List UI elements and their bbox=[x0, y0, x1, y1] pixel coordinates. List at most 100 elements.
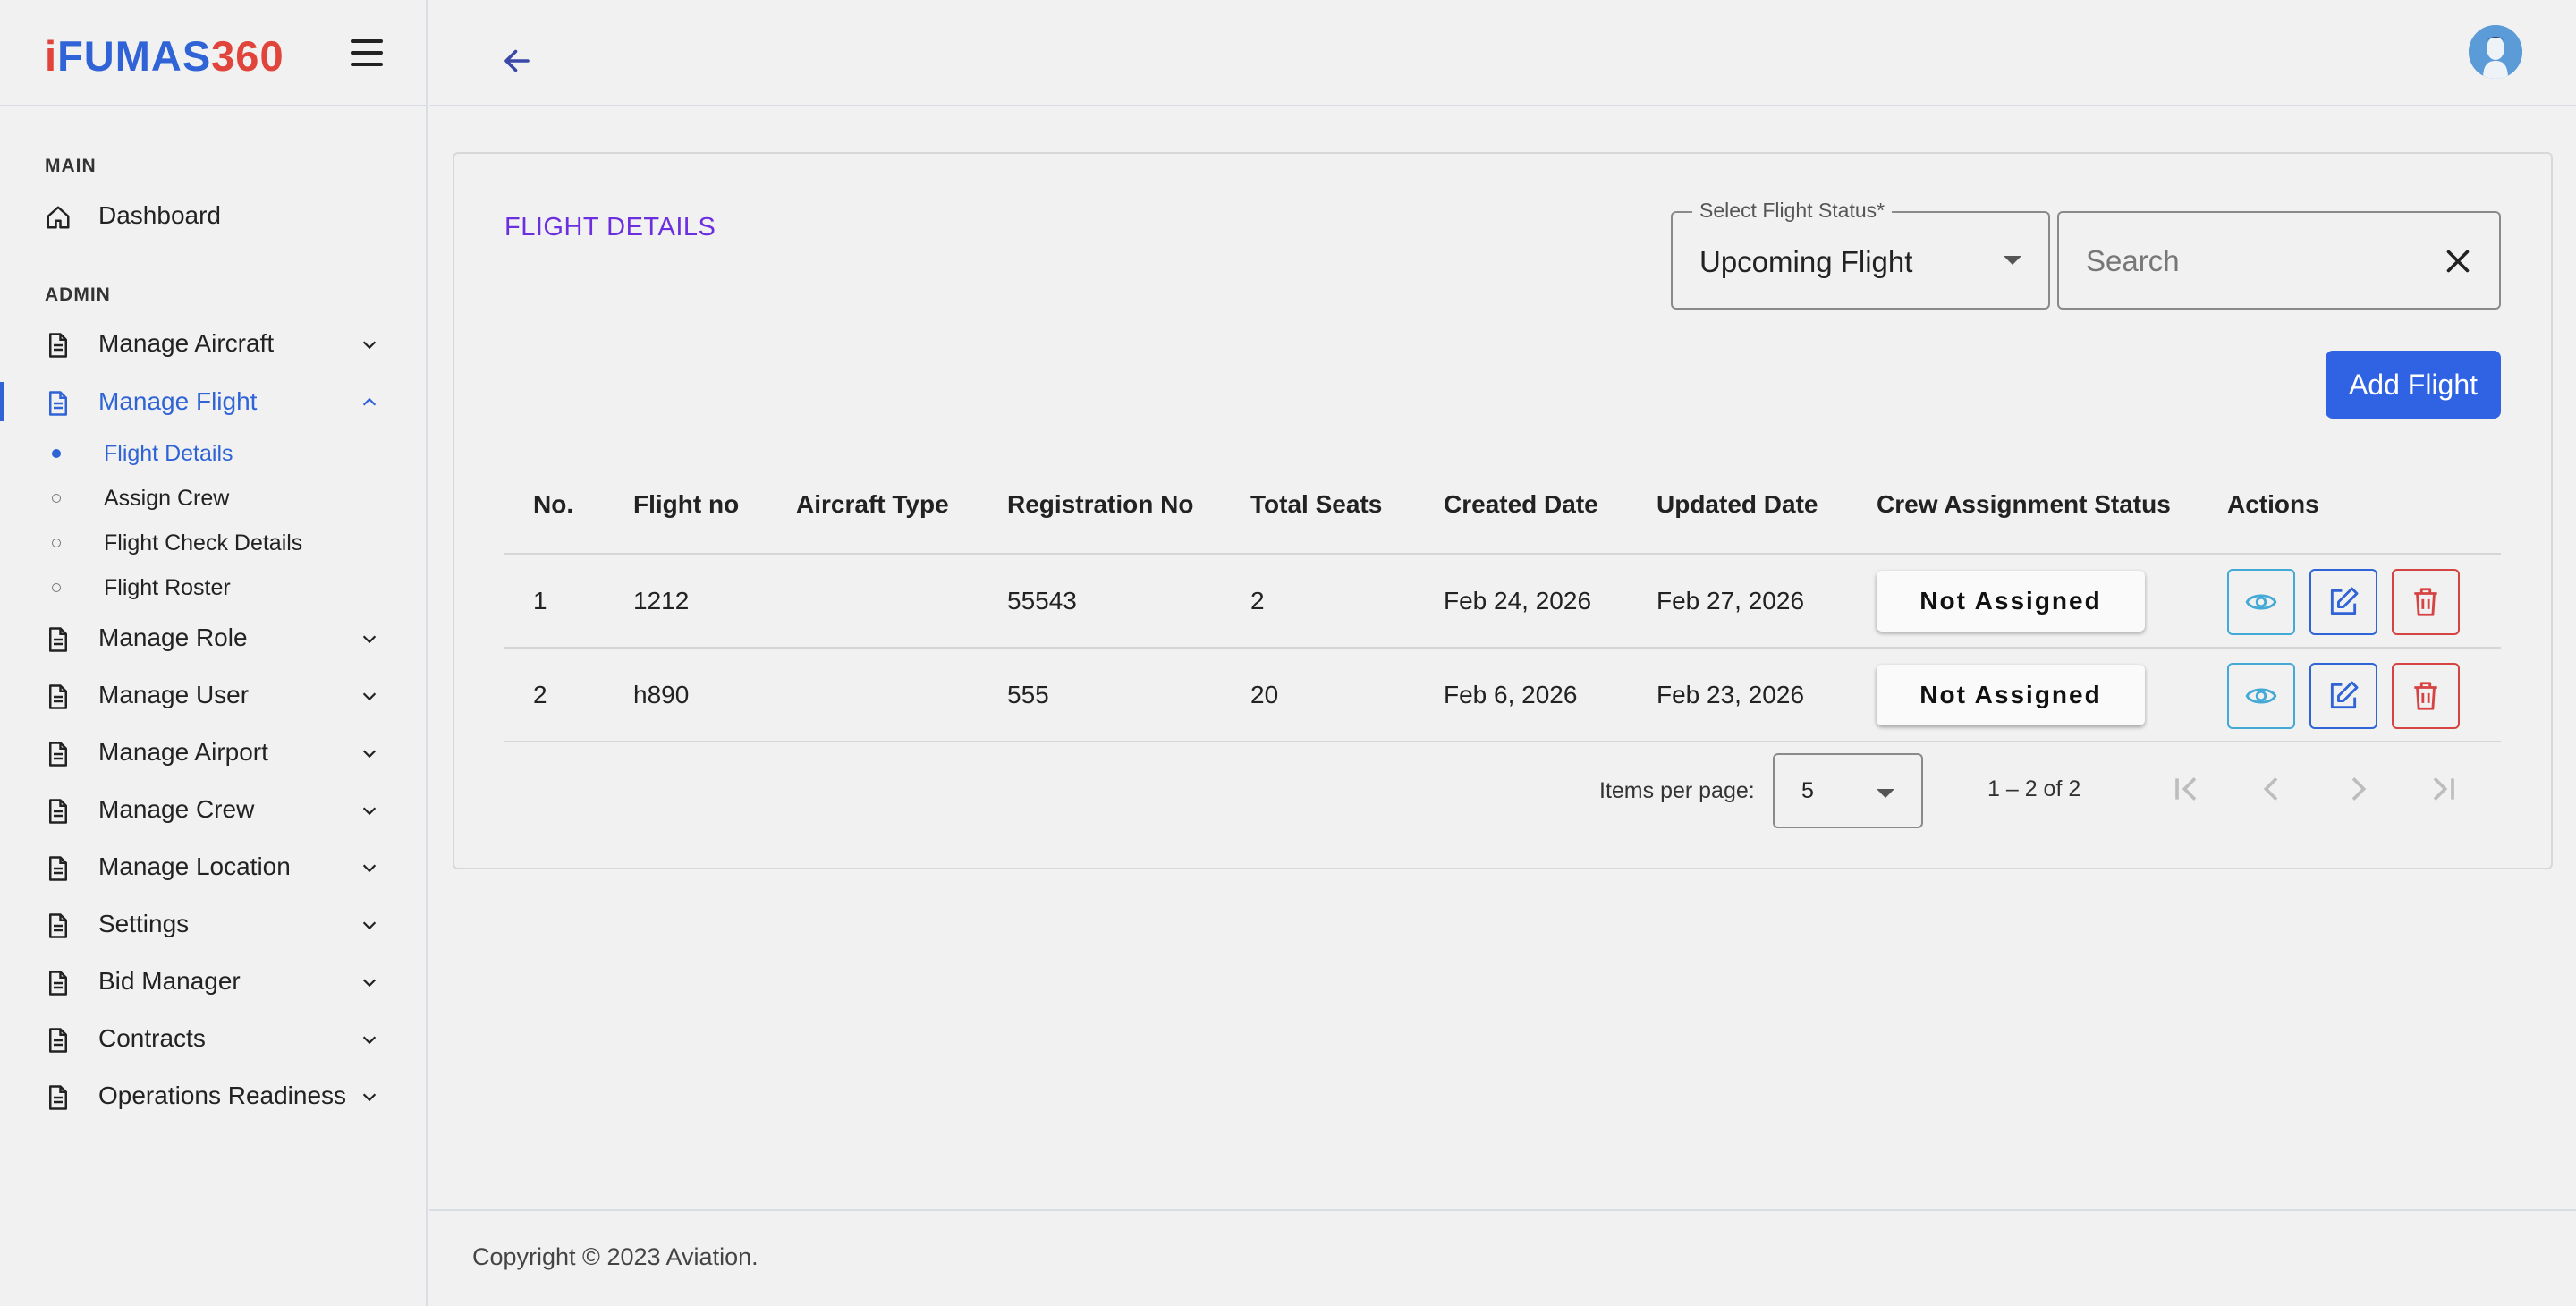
next-page-icon[interactable] bbox=[2340, 771, 2376, 807]
chevron-down-icon bbox=[362, 635, 377, 644]
sidebar-item-bid-manager[interactable]: Bid Manager bbox=[0, 959, 426, 1004]
sidebar-subitem-label: Flight Details bbox=[104, 441, 233, 466]
flight-status-select[interactable]: Select Flight Status* Upcoming Flight bbox=[1671, 199, 2050, 310]
chevron-down-icon bbox=[362, 1093, 377, 1102]
add-flight-button[interactable]: Add Flight bbox=[2326, 351, 2501, 419]
sidebar-item-contracts[interactable]: Contracts bbox=[0, 1016, 426, 1061]
cell-created-date: Feb 6, 2026 bbox=[1444, 681, 1578, 708]
bullet-icon bbox=[52, 449, 61, 458]
sidebar-item-manage-role[interactable]: Manage Role bbox=[0, 615, 426, 660]
column-header: Aircraft Type bbox=[796, 490, 949, 518]
sidebar-item-label: Manage Airport bbox=[98, 738, 268, 766]
chevron-down-icon bbox=[362, 1036, 377, 1045]
sidebar-item-dashboard[interactable]: Dashboard bbox=[0, 193, 426, 238]
table-header: No. Flight no Aircraft Type Registration… bbox=[504, 474, 2501, 555]
sidebar-subitem-assign-crew[interactable]: Assign Crew bbox=[0, 480, 426, 516]
close-icon[interactable] bbox=[2442, 245, 2474, 277]
sidebar-item-label: Manage Aircraft bbox=[98, 329, 275, 357]
sidebar-item-label: Operations Readiness bbox=[98, 1081, 347, 1109]
user-icon bbox=[2469, 25, 2522, 79]
user-avatar[interactable] bbox=[2469, 25, 2522, 79]
copyright-text: Copyright © 2023 Aviation. bbox=[472, 1243, 758, 1270]
column-header: Registration No bbox=[1007, 490, 1194, 518]
sidebar-subitem-flight-details[interactable]: Flight Details bbox=[0, 436, 426, 471]
cell-registration-no: 55543 bbox=[1007, 587, 1077, 615]
chevron-down-icon bbox=[362, 692, 377, 701]
cell-updated-date: Feb 27, 2026 bbox=[1657, 587, 1805, 615]
menu-toggle-icon[interactable] bbox=[351, 39, 383, 66]
chevron-down-icon bbox=[362, 807, 377, 816]
cell-total-seats: 2 bbox=[1250, 587, 1265, 615]
cell-flight-no: 1212 bbox=[633, 587, 690, 615]
sidebar-item-manage-aircraft[interactable]: Manage Aircraft bbox=[0, 321, 426, 366]
sidebar-item-operations-readiness[interactable]: Operations Readiness bbox=[0, 1073, 426, 1118]
page-size-value: 5 bbox=[1801, 778, 1814, 803]
sidebar-item-label: Dashboard bbox=[98, 201, 221, 229]
sidebar-item-label: Bid Manager bbox=[98, 967, 241, 995]
sidebar-item-settings[interactable]: Settings bbox=[0, 902, 426, 946]
eye-icon bbox=[2245, 688, 2277, 704]
delete-button[interactable] bbox=[2392, 569, 2460, 635]
sidebar-subitem-flight-roster[interactable]: Flight Roster bbox=[0, 570, 426, 606]
page-title: FLIGHT DETAILS bbox=[504, 213, 716, 242]
sidebar-item-label: Manage Role bbox=[98, 623, 248, 651]
sidebar-subitem-flight-check-details[interactable]: Flight Check Details bbox=[0, 525, 426, 561]
edit-button[interactable] bbox=[2309, 663, 2377, 729]
column-header: Updated Date bbox=[1657, 490, 1818, 518]
sidebar-item-label: Manage Crew bbox=[98, 795, 255, 823]
sidebar-subitem-label: Flight Check Details bbox=[104, 530, 303, 555]
cell-total-seats: 20 bbox=[1250, 681, 1279, 708]
cell-updated-date: Feb 23, 2026 bbox=[1657, 681, 1805, 708]
document-icon bbox=[49, 856, 67, 881]
column-header: Flight no bbox=[633, 490, 740, 518]
table-row: 1 1212 55543 2 Feb 24, 2026 Feb 27, 2026… bbox=[504, 555, 2501, 649]
edit-button[interactable] bbox=[2309, 569, 2377, 635]
page-range-label: 1 – 2 of 2 bbox=[1987, 776, 2081, 801]
sidebar-item-manage-user[interactable]: Manage User bbox=[0, 673, 426, 717]
previous-page-icon[interactable] bbox=[2254, 771, 2290, 807]
section-label-admin: ADMIN bbox=[45, 284, 111, 305]
dropdown-arrow-icon bbox=[1877, 789, 1894, 798]
document-icon bbox=[49, 684, 67, 709]
bullet-icon bbox=[52, 494, 61, 503]
sidebar-item-manage-flight[interactable]: Manage Flight bbox=[0, 379, 426, 424]
document-icon bbox=[49, 1085, 67, 1110]
view-button[interactable] bbox=[2227, 663, 2295, 729]
column-header: Crew Assignment Status bbox=[1877, 490, 2171, 518]
eye-icon bbox=[2245, 594, 2277, 610]
footer: Copyright © 2023 Aviation. bbox=[429, 1209, 2576, 1306]
view-button[interactable] bbox=[2227, 569, 2295, 635]
document-icon bbox=[49, 333, 67, 358]
last-page-icon[interactable] bbox=[2426, 771, 2462, 807]
back-arrow-icon[interactable] bbox=[499, 45, 535, 77]
chevron-down-icon bbox=[362, 979, 377, 988]
delete-button[interactable] bbox=[2392, 663, 2460, 729]
sidebar-item-manage-crew[interactable]: Manage Crew bbox=[0, 787, 426, 832]
sidebar-item-manage-location[interactable]: Manage Location bbox=[0, 844, 426, 889]
sidebar-item-manage-airport[interactable]: Manage Airport bbox=[0, 730, 426, 775]
search-input[interactable] bbox=[2086, 240, 2426, 283]
crew-status-button[interactable]: Not Assigned bbox=[1877, 665, 2145, 725]
edit-icon bbox=[2330, 587, 2359, 615]
home-icon bbox=[47, 206, 70, 229]
sidebar-subitem-label: Assign Crew bbox=[104, 486, 230, 511]
trash-icon bbox=[2414, 588, 2437, 616]
sidebar-item-label: Settings bbox=[98, 910, 190, 937]
sidebar-item-label: Manage User bbox=[98, 681, 250, 708]
items-per-page-label: Items per page: bbox=[1599, 778, 1755, 803]
bullet-icon bbox=[52, 539, 61, 547]
crew-status-button[interactable]: Not Assigned bbox=[1877, 571, 2145, 632]
page-size-select[interactable]: 5 bbox=[1773, 753, 1923, 828]
cell-flight-no: h890 bbox=[633, 681, 690, 708]
first-page-icon[interactable] bbox=[2168, 771, 2204, 807]
bullet-icon bbox=[52, 583, 61, 592]
dropdown-arrow-icon bbox=[2004, 256, 2021, 265]
chevron-down-icon bbox=[362, 341, 377, 350]
sidebar: iFUMAS360 MAIN Dashboard ADMIN Manage Ai… bbox=[0, 0, 428, 1306]
column-header: Actions bbox=[2227, 490, 2319, 518]
chevron-down-icon bbox=[362, 864, 377, 873]
chevron-down-icon bbox=[362, 921, 377, 930]
cell-created-date: Feb 24, 2026 bbox=[1444, 587, 1592, 615]
brand-logo[interactable]: iFUMAS360 bbox=[45, 34, 284, 79]
document-icon bbox=[49, 913, 67, 938]
